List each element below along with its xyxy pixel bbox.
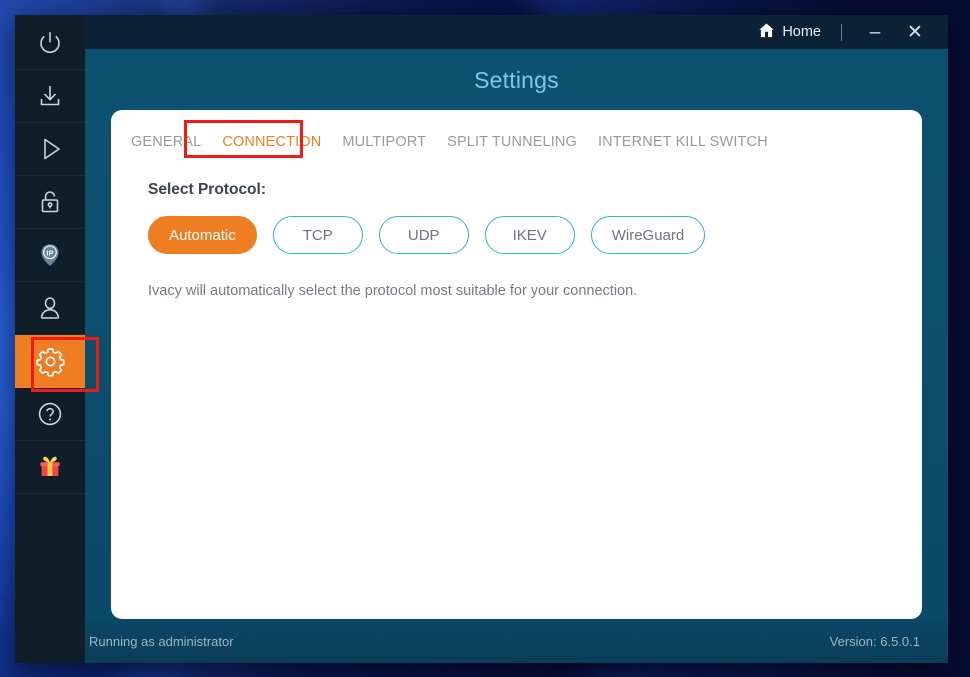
sidebar-item-account[interactable] <box>15 282 85 335</box>
admin-status-text: Running as administrator <box>89 633 234 649</box>
sidebar-item-help[interactable] <box>15 388 85 441</box>
tab-split-tunneling[interactable]: SPLIT TUNNELING <box>446 132 578 152</box>
settings-tabs: GENERAL CONNECTION MULTIPORT SPLIT TUNNE… <box>111 120 922 158</box>
svg-text:IP: IP <box>46 248 53 257</box>
desktop-background: IP Home – ✕ Settings GENERAL CONNECTION … <box>0 0 970 677</box>
tab-general[interactable]: GENERAL <box>130 132 202 152</box>
window-body: Home – ✕ Settings GENERAL CONNECTION MUL… <box>85 15 948 663</box>
play-icon <box>35 134 65 164</box>
home-icon <box>758 22 775 43</box>
tab-internet-kill-switch[interactable]: INTERNET KILL SWITCH <box>597 132 769 152</box>
download-icon <box>35 81 65 111</box>
protocol-options: Automatic TCP UDP IKEV WireGuard <box>148 216 922 254</box>
protocol-option-udp[interactable]: UDP <box>378 216 469 254</box>
gift-icon <box>35 452 65 482</box>
tab-connection[interactable]: CONNECTION <box>221 132 322 152</box>
protocol-option-wireguard[interactable]: WireGuard <box>590 216 706 254</box>
protocol-option-tcp[interactable]: TCP <box>272 216 363 254</box>
home-button[interactable]: Home <box>754 20 825 45</box>
protocol-label: Select Protocol: <box>148 181 266 198</box>
tab-multiport[interactable]: MULTIPORT <box>341 132 427 152</box>
sidebar-item-download[interactable] <box>15 70 85 123</box>
titlebar-divider <box>841 23 842 41</box>
ip-pin-icon: IP <box>35 240 65 270</box>
sidebar-item-gift[interactable] <box>15 441 85 494</box>
sidebar-item-power[interactable] <box>15 17 85 70</box>
protocol-description: Ivacy will automatically select the prot… <box>148 283 638 299</box>
page-title: Settings <box>474 67 559 93</box>
protocol-option-ikev[interactable]: IKEV <box>484 216 575 254</box>
settings-content-card: GENERAL CONNECTION MULTIPORT SPLIT TUNNE… <box>111 110 922 619</box>
gear-icon <box>35 346 66 377</box>
status-bar: Running as administrator Version: 6.5.0.… <box>85 619 948 663</box>
close-button[interactable]: ✕ <box>898 19 932 45</box>
power-icon <box>35 28 65 58</box>
sidebar-navigation: IP <box>15 15 99 663</box>
sidebar-item-settings[interactable] <box>15 335 85 388</box>
home-label: Home <box>782 24 821 40</box>
sidebar-item-ip[interactable]: IP <box>15 229 85 282</box>
sidebar-item-lock[interactable] <box>15 176 85 229</box>
minimize-button[interactable]: – <box>858 19 892 45</box>
version-text: Version: 6.5.0.1 <box>829 633 920 649</box>
ivacy-vpn-window: IP Home – ✕ Settings GENERAL CONNECTION … <box>15 15 948 663</box>
lock-icon <box>35 187 65 217</box>
title-bar: Home – ✕ <box>85 15 948 49</box>
user-icon <box>35 293 65 323</box>
protocol-section: Select Protocol: Automatic TCP UDP IKEV … <box>111 152 922 299</box>
sidebar-item-play[interactable] <box>15 123 85 176</box>
help-icon <box>35 399 65 429</box>
protocol-option-automatic[interactable]: Automatic <box>148 216 257 254</box>
